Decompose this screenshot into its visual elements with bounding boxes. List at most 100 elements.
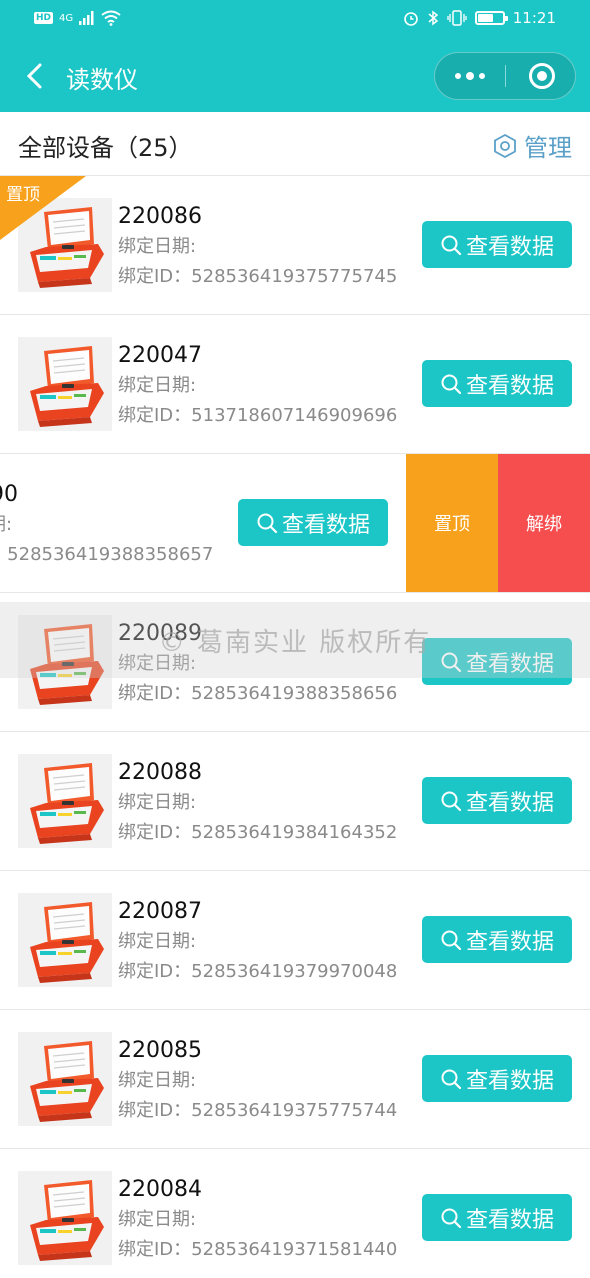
view-data-button[interactable]: 查看数据 (422, 1055, 572, 1102)
alarm-icon (403, 12, 418, 26)
search-icon (441, 791, 462, 811)
search-icon (441, 1069, 462, 1089)
reader-device-image (18, 337, 112, 431)
status-time: 11:21 (512, 9, 556, 27)
view-data-button[interactable]: 查看数据 (422, 1194, 572, 1241)
network-type: 4G (59, 12, 74, 24)
view-data-label: 查看数据 (465, 790, 554, 816)
device-info: 220047 绑定日期: 绑定ID：513718607146909696 (118, 341, 397, 431)
view-data-label: 查看数据 (465, 373, 554, 399)
pin-to-top-button[interactable]: 置顶 (406, 454, 498, 592)
view-data-label: 查看数据 (465, 234, 554, 260)
chevron-left-icon (26, 63, 42, 89)
device-row: 220089 绑定日期: 绑定ID：528536419388358656 查看数… (0, 593, 590, 732)
device-row-content[interactable]: 220085 绑定日期: 绑定ID：528536419375775744 查看数… (0, 1010, 590, 1148)
more-dot-icon (479, 73, 485, 79)
device-info: 220089 绑定日期: 绑定ID：528536419388358656 (118, 619, 397, 709)
search-icon (441, 1208, 462, 1228)
bind-id: 绑定ID：528536419375775744 (118, 1100, 398, 1121)
device-thumbnail (18, 893, 112, 987)
device-thumbnail (18, 1032, 112, 1126)
bind-id: 绑定ID：528536419388358656 (118, 683, 398, 704)
status-right: 11:21 (403, 9, 556, 27)
device-row-content[interactable]: 220090 绑定日期: 绑定ID：528536419388358657 查看数… (0, 454, 406, 592)
bind-date: 绑定日期: (118, 1070, 197, 1091)
back-button[interactable] (20, 60, 50, 92)
device-number: 220084 (118, 1177, 202, 1202)
device-count-label: 全部设备（25） (18, 134, 193, 162)
bind-id: 绑定ID：528536419384164352 (118, 822, 398, 843)
close-miniprogram-icon[interactable] (529, 63, 555, 89)
device-row-content[interactable]: 220086 绑定日期: 绑定ID：528536419375775745 查看数… (0, 176, 590, 314)
manage-label: 管理 (524, 134, 572, 162)
view-data-button[interactable]: 查看数据 (422, 360, 572, 407)
bind-id: 绑定ID：528536419388358657 (0, 544, 214, 565)
device-number: 220047 (118, 343, 202, 368)
capsule-divider (505, 65, 506, 87)
device-row: 220087 绑定日期: 绑定ID：528536419379970048 查看数… (0, 871, 590, 1010)
device-row-content[interactable]: 220084 绑定日期: 绑定ID：528536419371581440 查看数… (0, 1149, 590, 1278)
bind-date: 绑定日期: (118, 236, 197, 257)
battery-icon (474, 11, 508, 25)
signal-icon (79, 11, 94, 25)
device-thumbnail (18, 1171, 112, 1265)
device-number: 220089 (118, 621, 202, 646)
device-row-content[interactable]: 220087 绑定日期: 绑定ID：528536419379970048 查看数… (0, 871, 590, 1009)
device-number: 220087 (118, 899, 202, 924)
device-row-content[interactable]: 220089 绑定日期: 绑定ID：528536419388358656 查看数… (0, 593, 590, 731)
device-list: 220086 绑定日期: 绑定ID：528536419375775745 查看数… (0, 176, 590, 1278)
device-row: 220047 绑定日期: 绑定ID：513718607146909696 查看数… (0, 315, 590, 454)
settings-hexagon-icon (494, 133, 516, 158)
device-thumbnail (18, 337, 112, 431)
bind-id: 绑定ID：528536419375775745 (118, 266, 398, 287)
view-data-button[interactable]: 查看数据 (422, 638, 572, 685)
bind-date: 绑定日期: (0, 514, 13, 535)
view-data-button[interactable]: 查看数据 (422, 777, 572, 824)
search-icon (441, 374, 462, 394)
device-info: 220085 绑定日期: 绑定ID：528536419375775744 (118, 1036, 397, 1126)
reader-device-image (18, 754, 112, 848)
search-icon (441, 652, 462, 672)
view-data-label: 查看数据 (465, 1068, 554, 1094)
bind-date: 绑定日期: (118, 653, 197, 674)
status-left: HD 4G (34, 10, 121, 26)
more-menu-button[interactable] (435, 53, 505, 99)
device-row: 220088 绑定日期: 绑定ID：528536419384164352 查看数… (0, 732, 590, 871)
device-row: 220090 绑定日期: 绑定ID：528536419388358657 查看数… (0, 454, 590, 593)
hd-indicator: HD (34, 12, 54, 24)
device-row: 220084 绑定日期: 绑定ID：528536419371581440 查看数… (0, 1149, 590, 1278)
view-data-label: 查看数据 (465, 929, 554, 955)
bind-id: 绑定ID：528536419379970048 (118, 961, 398, 982)
search-icon (441, 930, 462, 950)
bind-date: 绑定日期: (118, 931, 197, 952)
view-data-label: 查看数据 (281, 512, 370, 538)
search-icon (441, 235, 462, 255)
bind-date: 绑定日期: (118, 1209, 197, 1230)
view-data-button[interactable]: 查看数据 (422, 916, 572, 963)
search-icon (257, 513, 278, 533)
device-row-content[interactable]: 220088 绑定日期: 绑定ID：528536419384164352 查看数… (0, 732, 590, 870)
device-number: 220090 (0, 482, 18, 507)
view-data-label: 查看数据 (465, 651, 554, 677)
unbind-button[interactable]: 解绑 (498, 454, 590, 592)
view-data-button[interactable]: 查看数据 (422, 221, 572, 268)
device-info: 220088 绑定日期: 绑定ID：528536419384164352 (118, 758, 397, 848)
list-header: 全部设备（25） 管理 (0, 112, 590, 176)
bind-date: 绑定日期: (118, 792, 197, 813)
miniprogram-capsule (434, 52, 576, 100)
reader-device-image (18, 615, 112, 709)
pinned-badge-label: 置顶 (6, 185, 40, 205)
device-row-content[interactable]: 220047 绑定日期: 绑定ID：513718607146909696 查看数… (0, 315, 590, 453)
bluetooth-icon (428, 10, 438, 26)
reader-device-image (18, 1171, 112, 1265)
device-number: 220086 (118, 204, 202, 229)
reader-device-image (18, 1032, 112, 1126)
manage-button[interactable]: 管理 (492, 128, 572, 163)
view-data-button[interactable]: 查看数据 (238, 499, 388, 546)
view-data-label: 查看数据 (465, 1207, 554, 1233)
device-info: 220087 绑定日期: 绑定ID：528536419379970048 (118, 897, 397, 987)
device-thumbnail (18, 615, 112, 709)
device-info: 220086 绑定日期: 绑定ID：528536419375775745 (118, 202, 397, 292)
pinned-badge: 置顶 (0, 176, 86, 240)
status-bar: HD 4G 11:21 (0, 0, 590, 42)
